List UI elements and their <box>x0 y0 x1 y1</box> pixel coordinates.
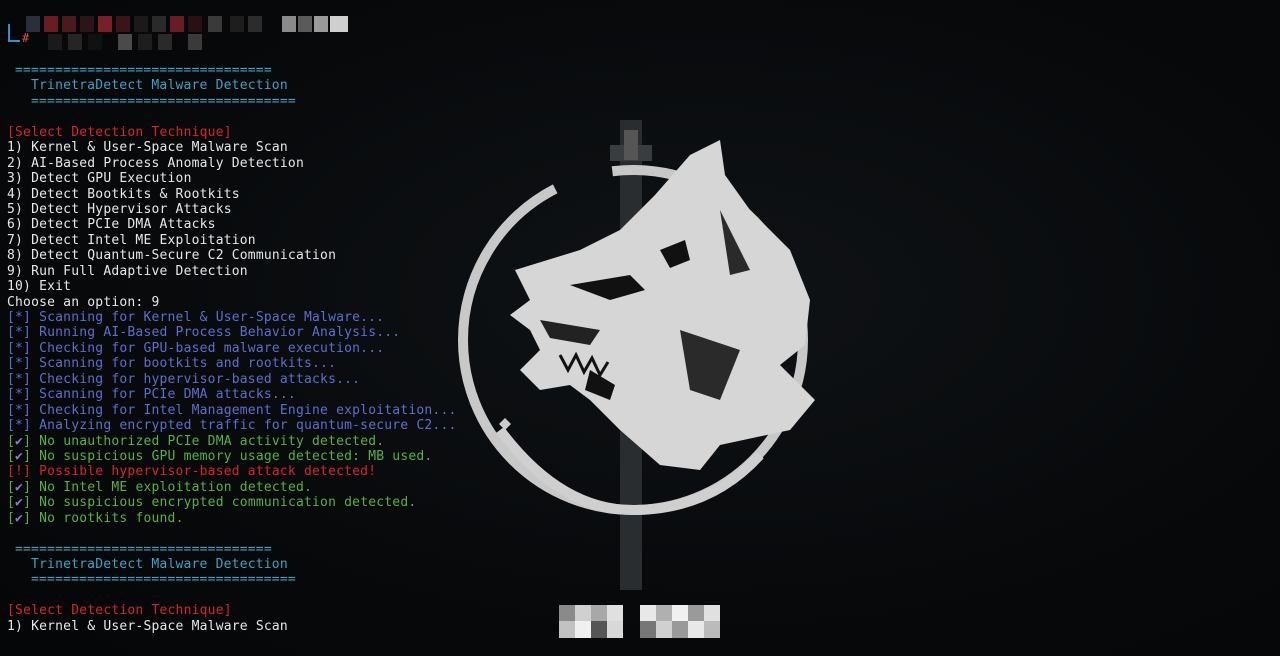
menu-item: 7) Detect Intel ME Exploitation <box>7 232 256 248</box>
prompt-corner <box>8 24 20 42</box>
menu-item: 2) AI-Based Process Anomaly Detection <box>7 155 304 171</box>
censor-block <box>44 16 58 32</box>
progress-line: [*] Scanning for Kernel & User-Space Mal… <box>7 310 385 325</box>
censor-block <box>248 16 262 32</box>
censor-block <box>48 34 62 50</box>
banner-title: TrinetraDetect Malware Detection <box>31 557 288 572</box>
censor-block <box>314 16 328 32</box>
result-line: [✔] No unauthorized PCIe DMA activity de… <box>7 433 385 449</box>
choose-prompt: Choose an option: 9 <box>7 294 160 310</box>
checkmark-icon: ✔ <box>15 510 24 526</box>
checkmark-icon: ✔ <box>15 495 24 511</box>
terminal-output[interactable]: ================================ Trinetr… <box>7 63 707 634</box>
checkmark-icon: ✔ <box>15 448 24 464</box>
prompt-symbol: # <box>22 31 30 45</box>
progress-line: [*] Checking for Intel Management Engine… <box>7 402 457 418</box>
censor-block <box>62 16 76 32</box>
censor-block <box>188 34 202 50</box>
censor-bottom <box>559 605 724 638</box>
censor-block <box>282 16 296 32</box>
menu-item: 1) Kernel & User-Space Malware Scan <box>7 140 288 156</box>
result-line: [✔] No suspicious GPU memory usage detec… <box>7 448 433 464</box>
progress-line: [*] Checking for GPU-based malware execu… <box>7 340 385 356</box>
warning-line: [!] Possible hypervisor-based attack det… <box>7 464 377 480</box>
censor-block <box>188 16 202 32</box>
menu-item: 4) Detect Bootkits & Rootkits <box>7 186 240 202</box>
censor-block <box>152 16 166 32</box>
checkmark-icon: ✔ <box>15 479 24 495</box>
banner-rule: ================================= <box>31 572 296 588</box>
result-line: [✔] No rootkits found. <box>7 510 184 526</box>
progress-line: [*] Running AI-Based Process Behavior An… <box>7 325 401 341</box>
censor-block <box>26 16 40 32</box>
progress-line: [*] Scanning for PCIe DMA attacks... <box>7 387 296 403</box>
censor-block <box>138 34 152 50</box>
menu-item: 6) Detect PCIe DMA Attacks <box>7 217 216 233</box>
menu-item: 8) Detect Quantum-Secure C2 Communicatio… <box>7 248 337 264</box>
progress-line: [*] Analyzing encrypted traffic for quan… <box>7 418 457 434</box>
menu-header: [Select Detection Technique] <box>7 124 232 140</box>
banner-rule: ================================= <box>31 93 296 109</box>
result-line: [✔] No suspicious encrypted communicatio… <box>7 495 417 511</box>
checkmark-icon: ✔ <box>15 433 24 449</box>
menu-item: 10) Exit <box>7 279 72 295</box>
censor-block <box>208 16 222 32</box>
censor-block <box>170 16 184 32</box>
censor-block <box>298 16 312 32</box>
progress-line: [*] Scanning for bootkits and rootkits..… <box>7 356 337 372</box>
censor-block <box>98 16 112 32</box>
censor-block <box>68 34 82 50</box>
censor-block <box>80 16 94 32</box>
banner-rule: ================================ <box>15 63 272 78</box>
censor-block <box>118 34 132 50</box>
menu-item: 3) Detect GPU Execution <box>7 171 192 187</box>
menu-item: 9) Run Full Adaptive Detection <box>7 263 248 279</box>
censor-block <box>88 34 102 50</box>
banner-title: TrinetraDetect Malware Detection <box>31 78 288 94</box>
banner-rule: ================================ <box>15 541 272 557</box>
censor-block <box>134 16 148 32</box>
censor-block <box>116 16 130 32</box>
result-line: [✔] No Intel ME exploitation detected. <box>7 479 313 495</box>
progress-line: [*] Checking for hypervisor-based attack… <box>7 371 361 387</box>
censor-block <box>230 16 244 32</box>
censor-block <box>158 34 172 50</box>
censor-block <box>330 16 348 32</box>
prompt-header <box>8 16 368 52</box>
menu-item: 5) Detect Hypervisor Attacks <box>7 201 232 217</box>
